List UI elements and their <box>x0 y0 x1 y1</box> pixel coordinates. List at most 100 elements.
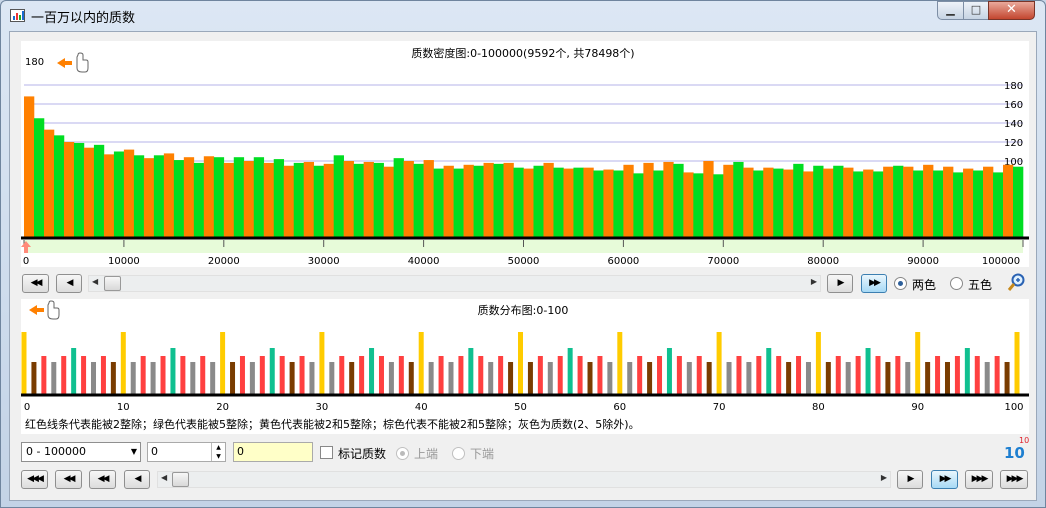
y-axis-top-label: 180 <box>25 57 44 68</box>
distribution-bar <box>160 356 166 394</box>
prev-page-button[interactable]: ◀ <box>56 274 82 293</box>
density-bar <box>203 156 215 237</box>
density-bar <box>993 172 1004 237</box>
distribution-bar <box>339 356 345 394</box>
power-badge-exponent: 10 <box>1019 436 1030 445</box>
upper-radio[interactable] <box>396 447 409 460</box>
x-tick-label: 90000 <box>907 256 939 267</box>
distribution-bar <box>210 362 216 394</box>
fast-back-3-button[interactable]: ◀◀◀ <box>21 470 48 489</box>
distribution-bar <box>508 362 514 394</box>
density-bar <box>663 161 674 237</box>
density-bar <box>553 167 564 237</box>
distribution-bar <box>657 356 663 394</box>
number-spinner[interactable]: 0 ▲ ▼ <box>147 442 226 462</box>
distribution-bar <box>627 362 633 394</box>
zoom-icon[interactable] <box>1007 273 1027 293</box>
upper-label[interactable]: 上端 <box>414 445 438 462</box>
distribution-bar <box>905 362 911 394</box>
distribution-bar <box>686 362 692 394</box>
density-bar <box>623 164 634 237</box>
density-bar <box>333 155 344 237</box>
scroll-thumb[interactable] <box>172 472 189 487</box>
fast-back-2-button[interactable]: ◀◀ <box>55 470 82 489</box>
density-bar <box>413 163 424 237</box>
distribution-bar <box>835 356 841 394</box>
distribution-bar <box>845 362 851 394</box>
next-page-button[interactable]: ▶ <box>827 274 853 293</box>
distribution-bar <box>815 332 821 394</box>
density-bar <box>853 171 864 237</box>
distribution-bar <box>289 362 295 394</box>
close-button[interactable]: ✕ <box>988 1 1035 20</box>
density-bar <box>973 170 984 237</box>
distribution-bar <box>716 332 722 394</box>
scroll-thumb[interactable] <box>104 276 121 291</box>
spin-up-icon[interactable]: ▲ <box>211 443 225 452</box>
distribution-bar <box>875 356 881 394</box>
forward-button[interactable]: ▶ <box>897 470 923 489</box>
x-tick-label: 70 <box>713 402 726 413</box>
distribution-bar <box>915 332 921 394</box>
distribution-bar <box>120 332 126 394</box>
mark-primes-label[interactable]: 标记质数 <box>338 445 386 462</box>
density-bar <box>293 162 305 237</box>
density-bar <box>343 161 354 237</box>
five-color-label[interactable]: 五色 <box>968 276 992 293</box>
distribution-bar <box>309 362 315 394</box>
close-icon: ✕ <box>1006 2 1017 17</box>
distribution-bar <box>91 362 97 394</box>
distribution-bar <box>170 348 176 394</box>
value-input[interactable]: 0 <box>233 442 313 462</box>
last-page-button[interactable]: ▶▶ <box>861 274 887 293</box>
maximize-button[interactable]: □ <box>963 1 989 20</box>
five-color-radio[interactable] <box>950 277 963 290</box>
density-bar <box>453 168 464 237</box>
scroll-left-icon[interactable]: ◀ <box>161 473 167 482</box>
density-scrollbar[interactable]: ◀ ▶ <box>88 275 821 292</box>
minimize-button[interactable]: ▁ <box>937 1 964 20</box>
scroll-left-icon[interactable]: ◀ <box>92 277 98 286</box>
distribution-bar <box>597 356 603 394</box>
density-bar <box>683 172 694 237</box>
two-color-radio[interactable] <box>894 277 907 290</box>
x-tick-label: 0 <box>23 256 29 267</box>
distribution-bar <box>180 356 186 394</box>
range-select[interactable]: 0 - 100000 ▼ <box>21 442 141 462</box>
density-bar <box>873 171 884 237</box>
distribution-bar <box>428 362 434 394</box>
lower-radio[interactable] <box>452 447 465 460</box>
scroll-right-icon[interactable]: ▶ <box>811 277 817 286</box>
power-badge-base[interactable]: 10 <box>1004 444 1025 462</box>
distribution-bar <box>855 356 861 394</box>
fast-forward-2-button[interactable]: ▶▶▶ <box>965 470 993 489</box>
x-tick-label: 50 <box>514 402 527 413</box>
spin-down-icon[interactable]: ▼ <box>211 452 225 461</box>
two-color-label[interactable]: 两色 <box>912 276 936 293</box>
x-tick-label: 60 <box>613 402 626 413</box>
density-bar <box>843 167 854 237</box>
distribution-bar <box>230 362 236 394</box>
density-bar <box>33 118 45 237</box>
distribution-bar <box>369 348 375 394</box>
first-page-button[interactable]: ◀◀ <box>22 274 49 293</box>
mark-primes-checkbox[interactable] <box>320 446 333 459</box>
distribution-bar <box>61 356 67 394</box>
density-bar <box>913 170 924 237</box>
distribution-bar <box>359 356 365 394</box>
lower-label[interactable]: 下端 <box>470 445 494 462</box>
back-button[interactable]: ◀ <box>124 470 150 489</box>
density-bar <box>633 173 644 237</box>
density-bar <box>563 168 574 237</box>
distribution-bar <box>41 356 47 394</box>
y-tick-label: 180 <box>1004 81 1023 92</box>
density-bar <box>373 162 384 237</box>
fast-forward-1-button[interactable]: ▶▶ <box>931 470 958 489</box>
distribution-bar <box>994 356 1000 394</box>
fast-forward-3-button[interactable]: ▶▶▶ <box>1000 470 1028 489</box>
distribution-scrollbar[interactable]: ◀ ▶ <box>157 471 891 488</box>
distribution-bar <box>299 356 305 394</box>
scroll-right-icon[interactable]: ▶ <box>881 473 887 482</box>
distribution-bar <box>279 356 285 394</box>
fast-back-1-button[interactable]: ◀◀ <box>89 470 116 489</box>
